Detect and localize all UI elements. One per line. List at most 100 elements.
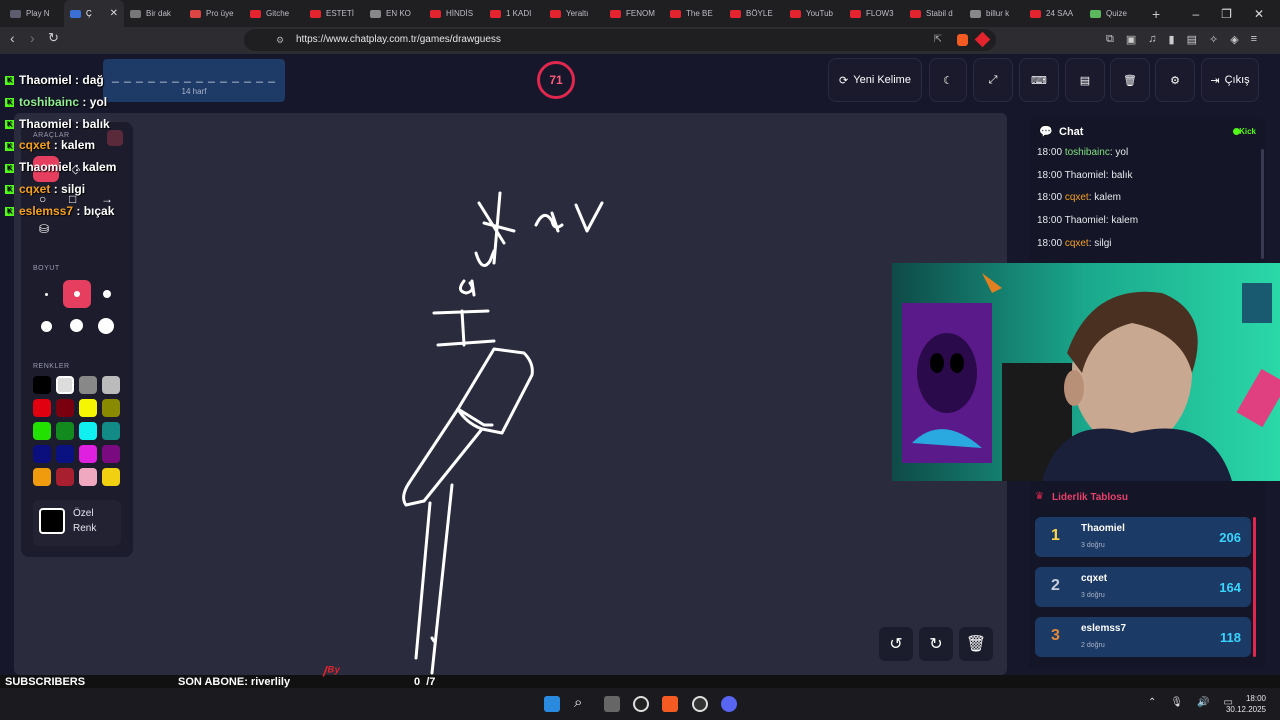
color-swatch[interactable] bbox=[102, 376, 120, 394]
brave-browser-icon[interactable] bbox=[662, 696, 678, 712]
browser-toolbar-icons: ⧉ ▣ ♫ ▮ ▤ ✧ ◈ ≡ bbox=[1106, 33, 1257, 46]
browser-tab[interactable]: billur k bbox=[964, 0, 1024, 27]
minimize-button[interactable]: – bbox=[1192, 7, 1199, 21]
brave-shield-icon[interactable] bbox=[957, 34, 968, 46]
color-swatch[interactable] bbox=[33, 376, 51, 394]
screenshot-icon[interactable]: ▣ bbox=[1126, 33, 1136, 46]
size-option-5[interactable] bbox=[70, 319, 83, 332]
size-option-2-selected[interactable] bbox=[63, 280, 91, 308]
color-swatch[interactable] bbox=[102, 399, 120, 417]
browser-tab[interactable]: Pro üye bbox=[184, 0, 244, 27]
color-swatch[interactable] bbox=[33, 468, 51, 486]
browser-tab[interactable]: Stabil d bbox=[904, 0, 964, 27]
color-swatch[interactable] bbox=[79, 445, 97, 463]
drawing-canvas[interactable] bbox=[14, 113, 1007, 675]
speaker-icon[interactable]: 🔊 bbox=[1197, 697, 1209, 708]
browser-tab[interactable]: Yeraltı bbox=[544, 0, 604, 27]
sidebar-icon[interactable]: ▮ bbox=[1169, 33, 1175, 46]
color-swatch[interactable] bbox=[79, 422, 97, 440]
menu-icon[interactable]: ≡ bbox=[1251, 33, 1257, 46]
archive-button[interactable]: ▤ bbox=[1065, 58, 1105, 102]
browser-tab[interactable]: The BE bbox=[664, 0, 724, 27]
size-option-4[interactable] bbox=[41, 321, 52, 332]
browser-tab[interactable]: BÖYLE bbox=[724, 0, 784, 27]
url-text: https://www.chatplay.com.tr/games/drawgu… bbox=[296, 34, 501, 45]
color-swatch[interactable] bbox=[102, 445, 120, 463]
browser-tab[interactable]: FLOW3 bbox=[844, 0, 904, 27]
color-swatch[interactable] bbox=[56, 422, 74, 440]
size-option-1[interactable] bbox=[45, 293, 48, 296]
browser-tab[interactable]: ESTETİ bbox=[304, 0, 364, 27]
reload-icon[interactable]: ↻ bbox=[48, 30, 59, 46]
color-swatch[interactable] bbox=[102, 468, 120, 486]
color-swatch[interactable] bbox=[79, 376, 97, 394]
forward-icon[interactable]: › bbox=[30, 30, 35, 46]
new-tab-button[interactable]: + bbox=[1152, 6, 1160, 22]
close-tab-icon[interactable]: ✕ bbox=[110, 8, 118, 19]
obs-icon[interactable] bbox=[692, 696, 708, 712]
browser-tab[interactable]: YouTub bbox=[784, 0, 844, 27]
restore-button[interactable]: ❐ bbox=[1221, 7, 1232, 21]
custom-color-button[interactable]: Özel Renk bbox=[33, 500, 121, 546]
chat-panel-message: 18:00 Thaomiel: balık bbox=[1037, 170, 1132, 181]
undo-button[interactable]: ↺ bbox=[879, 627, 913, 661]
color-swatch[interactable] bbox=[79, 468, 97, 486]
windows-start-icon[interactable] bbox=[544, 696, 560, 712]
browser-tab[interactable]: HİNDİS bbox=[424, 0, 484, 27]
color-swatch[interactable] bbox=[56, 376, 74, 394]
url-field[interactable]: ⚙ https://www.chatplay.com.tr/games/draw… bbox=[244, 29, 996, 51]
microphone-icon[interactable]: 🎙 bbox=[1170, 697, 1183, 708]
collapse-panel-button[interactable] bbox=[107, 130, 123, 146]
color-swatch[interactable] bbox=[56, 468, 74, 486]
extensions-icon[interactable]: ⧉ bbox=[1106, 33, 1114, 46]
new-word-button[interactable]: ⟳ Yeni Kelime bbox=[828, 58, 922, 102]
browser-tab[interactable]: 1 KADI bbox=[484, 0, 544, 27]
browser-tab[interactable]: 24 SAA bbox=[1024, 0, 1084, 27]
browser-tab[interactable]: Bir dak bbox=[124, 0, 184, 27]
chevron-up-icon[interactable]: ⌃ bbox=[1148, 697, 1156, 708]
leo-icon[interactable]: ✧ bbox=[1209, 33, 1218, 46]
redo-button[interactable]: ↻ bbox=[919, 627, 953, 661]
browser-tab[interactable]: EN KO bbox=[364, 0, 424, 27]
site-info-icon[interactable]: ⚙ bbox=[276, 29, 284, 51]
tab-label: billur k bbox=[986, 9, 1010, 18]
last-subscriber: SON ABONE: riverlily bbox=[178, 676, 291, 688]
leaderboard-scrollbar[interactable] bbox=[1253, 517, 1256, 657]
color-swatch[interactable] bbox=[33, 422, 51, 440]
back-icon[interactable]: ‹ bbox=[10, 30, 15, 46]
color-swatch[interactable] bbox=[56, 445, 74, 463]
system-clock[interactable]: 18:00 30.12.2025 bbox=[1226, 693, 1266, 715]
clear-canvas-button[interactable]: 🗑 bbox=[959, 627, 993, 661]
rewards-icon[interactable] bbox=[974, 31, 991, 48]
wallet-icon[interactable]: ▤ bbox=[1187, 33, 1197, 46]
color-swatch[interactable] bbox=[33, 399, 51, 417]
chatgpt-icon[interactable] bbox=[633, 696, 649, 712]
browser-tab[interactable]: Play N bbox=[4, 0, 64, 27]
fill-bucket-icon[interactable]: ⛁ bbox=[39, 222, 49, 236]
close-window-button[interactable]: ✕ bbox=[1254, 7, 1264, 21]
color-swatch[interactable] bbox=[102, 422, 120, 440]
settings-button[interactable]: ⚙ bbox=[1155, 58, 1195, 102]
chat-scrollbar[interactable] bbox=[1261, 149, 1264, 259]
search-icon[interactable]: ⌕ bbox=[574, 694, 582, 711]
color-swatch[interactable] bbox=[33, 445, 51, 463]
browser-tab[interactable]: FENOM bbox=[604, 0, 664, 27]
share-icon[interactable]: ⇱ bbox=[934, 29, 942, 51]
vpn-icon[interactable]: ◈ bbox=[1230, 33, 1238, 46]
keyboard-button[interactable]: ⌨ bbox=[1019, 58, 1059, 102]
color-swatch[interactable] bbox=[79, 399, 97, 417]
browser-tab[interactable]: Ç ✕ bbox=[64, 0, 124, 27]
task-view-icon[interactable] bbox=[604, 696, 620, 712]
browser-tab[interactable]: Gitche bbox=[244, 0, 304, 27]
browser-tab[interactable]: Quize bbox=[1084, 0, 1144, 27]
exit-button[interactable]: ⇥ Çıkış bbox=[1201, 58, 1259, 102]
size-option-6[interactable] bbox=[98, 318, 114, 334]
fullscreen-button[interactable]: ⤢ bbox=[973, 58, 1013, 102]
chat-username: Thaomiel bbox=[19, 73, 72, 87]
dark-mode-button[interactable]: ☾ bbox=[929, 58, 967, 102]
delete-button[interactable]: 🗑 bbox=[1110, 58, 1150, 102]
size-option-3[interactable] bbox=[103, 290, 111, 298]
discord-icon[interactable] bbox=[721, 696, 737, 712]
media-icon[interactable]: ♫ bbox=[1148, 33, 1156, 46]
color-swatch[interactable] bbox=[56, 399, 74, 417]
